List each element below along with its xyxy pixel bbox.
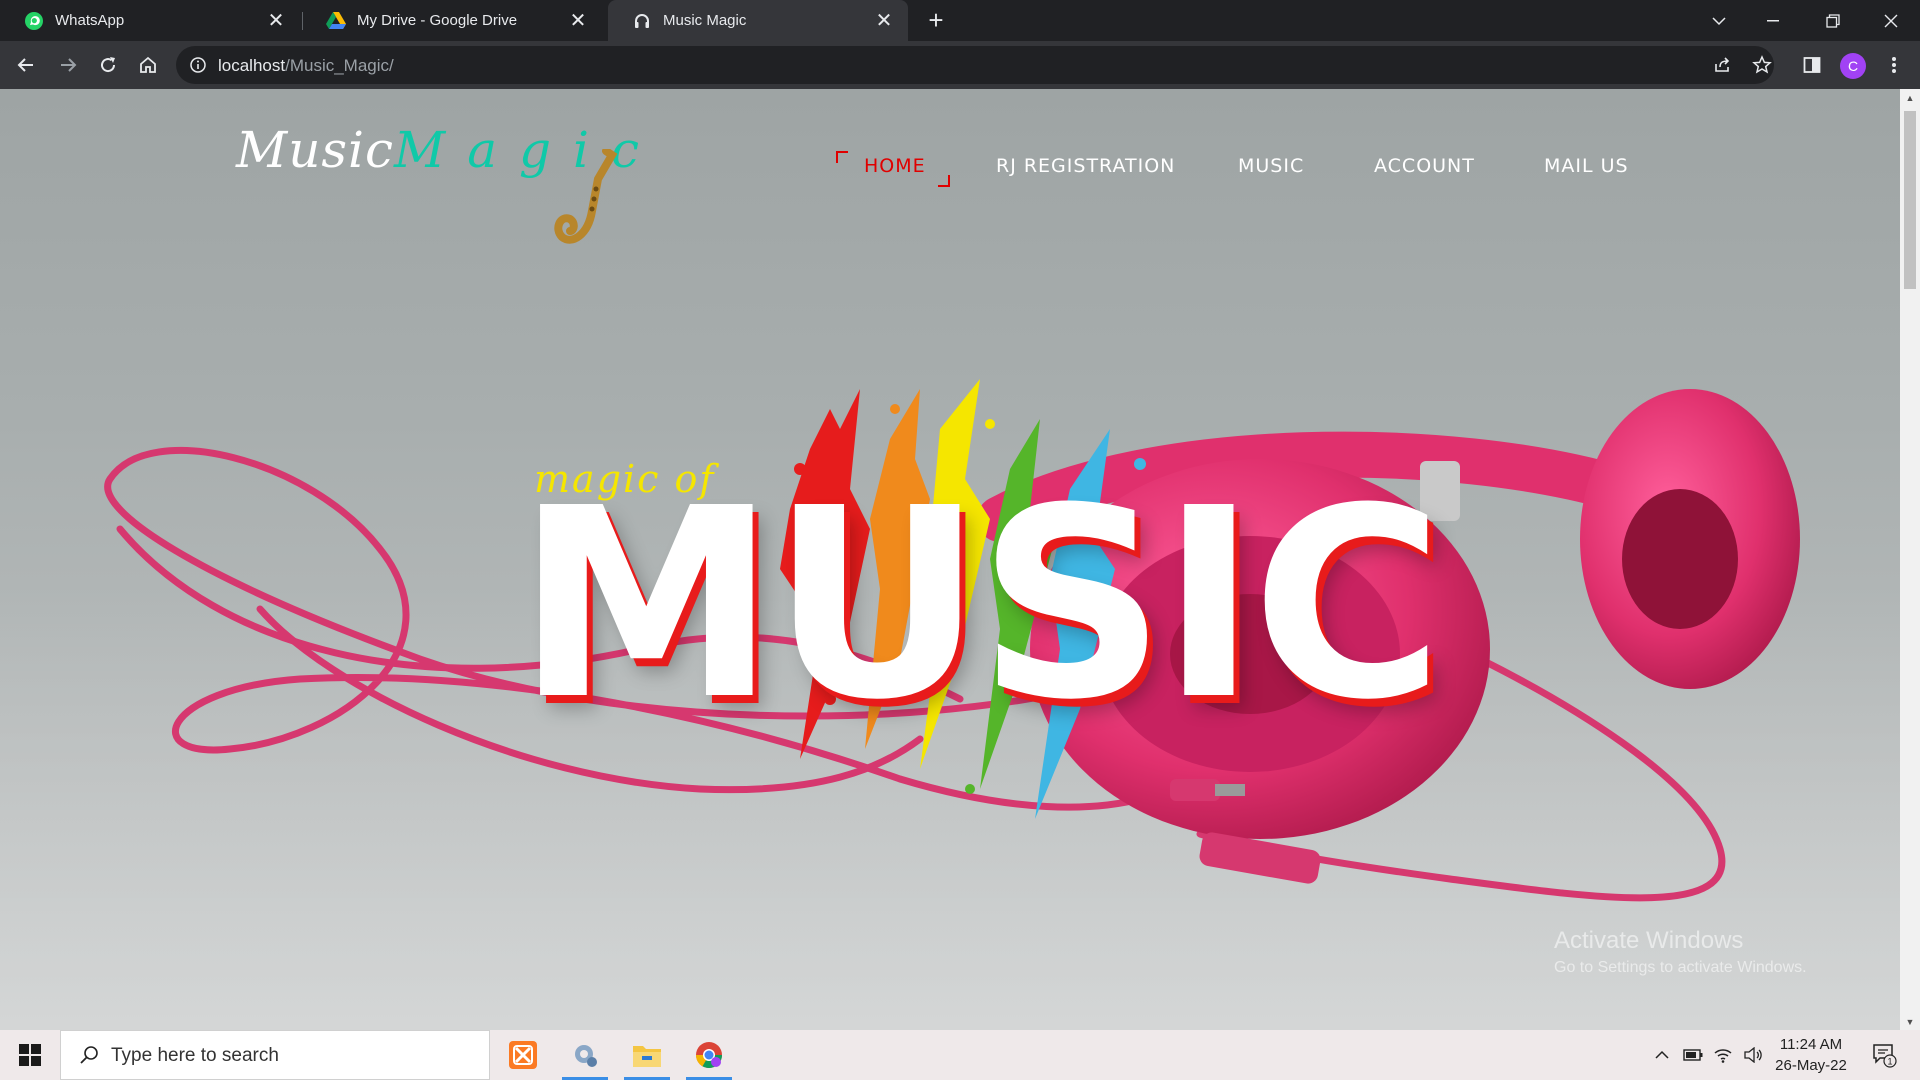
volume-icon[interactable] <box>1740 1030 1766 1080</box>
taskbar-clock[interactable]: 11:24 AM 26-May-22 <box>1768 1034 1854 1076</box>
new-tab-button[interactable]: + <box>922 5 950 35</box>
search-placeholder: Type here to search <box>111 1045 279 1066</box>
site-logo[interactable]: Music Magic <box>236 109 656 249</box>
headphones-icon <box>632 11 652 31</box>
tab-title: Music Magic <box>663 12 747 29</box>
nav-active-bracket <box>836 151 848 163</box>
scroll-down-arrow-icon[interactable]: ▼ <box>1900 1013 1920 1030</box>
file-explorer-icon[interactable] <box>622 1030 672 1080</box>
restore-button[interactable] <box>1804 0 1862 41</box>
url-text: localhost/Music_Magic/ <box>218 56 394 76</box>
close-window-button[interactable] <box>1862 0 1920 41</box>
taskbar-search-box[interactable]: Type here to search <box>60 1030 490 1080</box>
close-icon[interactable]: ✕ <box>564 7 592 35</box>
nav-mail-us[interactable]: MAIL US <box>1544 155 1629 177</box>
xampp-icon[interactable] <box>498 1030 548 1080</box>
profile-avatar[interactable]: C <box>1840 53 1866 79</box>
tab-whatsapp[interactable]: WhatsApp ✕ <box>0 0 300 41</box>
address-bar[interactable]: localhost/Music_Magic/ <box>176 46 1774 84</box>
nav-active-bracket <box>938 175 950 187</box>
nav-rj-registration[interactable]: RJ REGISTRATION <box>996 155 1175 177</box>
google-drive-icon <box>326 11 346 31</box>
minimize-button[interactable] <box>1744 0 1802 41</box>
site-info-icon[interactable] <box>188 55 208 75</box>
clock-date: 26-May-22 <box>1775 1057 1847 1074</box>
scroll-up-arrow-icon[interactable]: ▲ <box>1900 89 1920 106</box>
side-panel-icon[interactable] <box>1796 49 1828 81</box>
activate-windows-watermark: Activate Windows Go to Settings to activ… <box>1554 927 1807 977</box>
chrome-icon[interactable] <box>684 1030 734 1080</box>
close-icon[interactable]: ✕ <box>870 7 898 35</box>
page-viewport: magic of MUSIC Activate Windows Go to Se… <box>0 89 1900 1030</box>
watermark-subtitle: Go to Settings to activate Windows. <box>1554 959 1807 976</box>
tab-strip: WhatsApp ✕ My Drive - Google Drive ✕ Mus… <box>0 0 1920 41</box>
reload-icon[interactable] <box>92 49 124 81</box>
notification-count: 1 <box>1887 1057 1892 1067</box>
nav-account[interactable]: ACCOUNT <box>1374 155 1475 177</box>
close-icon[interactable]: ✕ <box>262 7 290 35</box>
forward-icon[interactable] <box>52 49 84 81</box>
scroll-thumb[interactable] <box>1904 111 1916 289</box>
settings-gear-icon[interactable] <box>560 1030 610 1080</box>
windows-start-icon[interactable] <box>0 1030 60 1080</box>
home-icon[interactable] <box>132 49 164 81</box>
nav-music[interactable]: MUSIC <box>1238 155 1304 177</box>
wifi-icon[interactable] <box>1710 1030 1736 1080</box>
windows-taskbar: Type here to search 11:24 AM 26-May-22 1 <box>0 1030 1920 1080</box>
search-icon <box>79 1045 99 1070</box>
clock-time: 11:24 AM <box>1779 1036 1843 1053</box>
bookmark-star-icon[interactable] <box>1746 49 1778 81</box>
page-scrollbar[interactable]: ▲ ▼ <box>1900 89 1920 1030</box>
share-icon[interactable] <box>1706 49 1738 81</box>
url-path: /Music_Magic/ <box>285 56 394 75</box>
tab-search-chevron-icon[interactable] <box>1690 0 1748 41</box>
battery-icon[interactable] <box>1680 1030 1706 1080</box>
whatsapp-icon <box>24 11 44 31</box>
url-host: localhost <box>218 56 286 75</box>
back-icon[interactable] <box>10 49 42 81</box>
tab-music-magic[interactable]: Music Magic ✕ <box>608 0 908 41</box>
tab-google-drive[interactable]: My Drive - Google Drive ✕ <box>302 0 602 41</box>
browser-toolbar: localhost/Music_Magic/ C <box>0 41 1920 89</box>
watermark-title: Activate Windows <box>1554 927 1744 954</box>
saxophone-icon <box>554 149 618 244</box>
notification-center-icon[interactable]: 1 <box>1864 1030 1904 1080</box>
logo-text-music: Music <box>236 121 395 179</box>
hero-headline: MUSIC <box>516 452 1444 757</box>
tab-title: My Drive - Google Drive <box>357 12 518 29</box>
nav-home[interactable]: HOME <box>864 155 926 177</box>
tab-title: WhatsApp <box>55 12 125 29</box>
tray-chevron-up-icon[interactable] <box>1650 1030 1674 1080</box>
menu-kebab-icon[interactable] <box>1878 49 1910 81</box>
